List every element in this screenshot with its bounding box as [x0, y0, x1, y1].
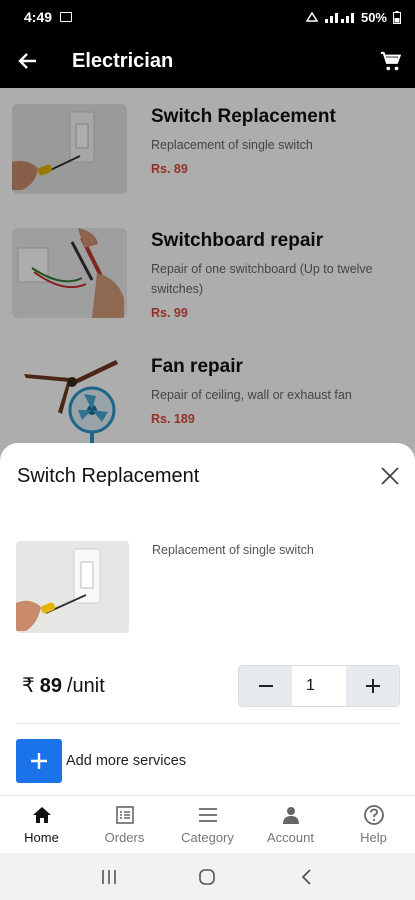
- switch-image: [16, 541, 129, 633]
- quantity-value[interactable]: 1: [292, 666, 346, 706]
- home-system-button[interactable]: [187, 862, 227, 892]
- home-circle-icon: [199, 868, 216, 885]
- orders-icon: [113, 804, 137, 826]
- battery-icon: [393, 10, 401, 24]
- add-more-services-button[interactable]: Add more services: [16, 739, 186, 783]
- gallery-notification-icon: [60, 12, 73, 22]
- decrease-quantity-button[interactable]: [239, 666, 292, 706]
- price-unit: /unit: [66, 675, 105, 697]
- nav-label: Orders: [104, 830, 145, 845]
- alarm-icon: [305, 11, 319, 22]
- divider: [16, 723, 399, 724]
- recents-icon: [102, 869, 116, 884]
- category-icon: [196, 804, 220, 826]
- recents-button[interactable]: [89, 862, 129, 892]
- status-right: 50%: [305, 10, 401, 25]
- unit-price: ₹ 89 /unit: [22, 673, 105, 698]
- back-arrow-icon: [18, 53, 36, 69]
- app-bar: Electrician: [0, 34, 415, 88]
- increase-quantity-button[interactable]: [346, 666, 399, 706]
- sheet-title: Switch Replacement: [17, 465, 200, 487]
- price-amount: 89: [39, 675, 62, 697]
- account-icon: [279, 804, 303, 826]
- currency-symbol: ₹: [22, 675, 35, 697]
- plus-icon: [365, 679, 380, 693]
- sheet-description: Replacement of single switch: [152, 543, 314, 557]
- help-icon: [362, 804, 386, 826]
- nav-label: Home: [24, 830, 59, 845]
- bottom-navigation: Home Orders Category Account Help: [0, 795, 415, 853]
- nav-account[interactable]: Account: [249, 796, 332, 853]
- nav-home[interactable]: Home: [0, 796, 83, 853]
- minus-icon: [258, 685, 273, 687]
- battery-percent: 50%: [360, 9, 387, 25]
- nav-label: Category: [181, 830, 234, 845]
- cart-button[interactable]: [377, 48, 405, 76]
- nav-category[interactable]: Category: [166, 796, 249, 853]
- home-icon: [30, 804, 54, 826]
- chevron-left-icon: [301, 868, 311, 885]
- add-icon: [16, 739, 62, 783]
- quantity-stepper: 1: [238, 665, 400, 707]
- back-button[interactable]: [0, 34, 56, 88]
- back-system-button[interactable]: [286, 862, 326, 892]
- nav-label: Help: [360, 830, 387, 845]
- status-time: 4:49: [24, 9, 53, 25]
- add-more-label: Add more services: [66, 753, 187, 769]
- nav-help[interactable]: Help: [332, 796, 415, 853]
- nav-label: Account: [267, 830, 314, 845]
- page-title: Electrician: [72, 49, 174, 72]
- status-bar: 4:49 50%: [0, 0, 415, 34]
- signal-icon: [324, 13, 354, 23]
- cart-icon: [380, 51, 402, 71]
- service-detail-sheet: Switch Replacement Replacement of single…: [0, 443, 415, 795]
- close-button[interactable]: [377, 463, 403, 489]
- nav-orders[interactable]: Orders: [83, 796, 166, 853]
- system-navigation-bar: [0, 853, 415, 900]
- close-icon: [381, 467, 399, 485]
